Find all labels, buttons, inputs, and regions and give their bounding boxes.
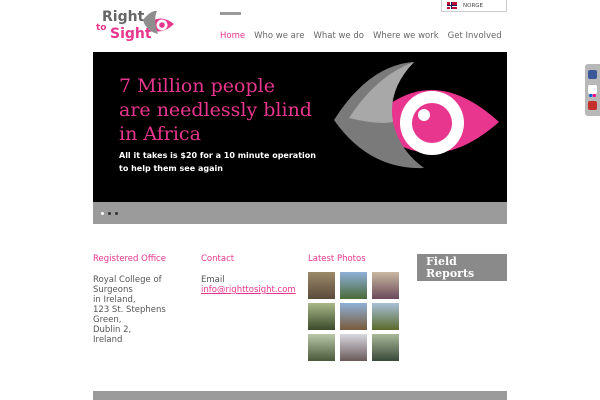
address-line: Ireland [93, 335, 123, 345]
norway-flag-icon [447, 2, 457, 9]
hero-subline-line: All it takes is $20 for a 10 minute oper… [119, 151, 316, 160]
nav-who-we-are[interactable]: Who we are [254, 31, 304, 41]
hero-headline-line: 7 Million people [119, 75, 275, 97]
hero-banner[interactable]: 7 Million people are needlessly blind in… [93, 52, 507, 202]
slider-dot[interactable] [108, 212, 111, 215]
address-line: Green, [93, 315, 122, 325]
logo-text-to: to [96, 23, 107, 33]
office-address: Royal College of Surgeons in Ireland, 12… [93, 275, 166, 345]
address-line: Surgeons [93, 285, 133, 295]
email-link[interactable]: info@righttosight.com [201, 285, 296, 295]
slider-dot[interactable] [101, 212, 104, 215]
facebook-icon[interactable] [588, 70, 597, 79]
nav-home[interactable]: Home [220, 31, 245, 41]
address-line: in Ireland, [93, 295, 136, 305]
photo-thumbnail[interactable] [308, 272, 335, 299]
address-line: Dublin 2, [93, 325, 132, 335]
logo-text-right: Right [102, 9, 145, 25]
email-label: Email [201, 275, 225, 285]
photos-title: Latest Photos [308, 254, 366, 264]
hero-headline-line: in Africa [119, 123, 201, 145]
photo-thumbnail[interactable] [340, 272, 367, 299]
nav-where-we-work[interactable]: Where we work [373, 31, 439, 41]
contact-block: Email info@righttosight.com [201, 275, 296, 295]
photo-thumbnail[interactable] [372, 303, 399, 330]
photo-thumbnail[interactable] [340, 334, 367, 361]
nav-get-involved[interactable]: Get Involved [448, 31, 502, 41]
language-label: NORGE [463, 2, 484, 9]
photo-thumbnail[interactable] [340, 303, 367, 330]
photo-thumbnail[interactable] [372, 334, 399, 361]
address-line: Royal College of [93, 275, 162, 285]
footer-bar [93, 391, 507, 400]
field-reports-button[interactable]: Field Reports [417, 254, 507, 281]
slider-controls [93, 202, 507, 224]
nav-what-we-do[interactable]: What we do [313, 31, 364, 41]
field-reports-label: Field Reports [426, 256, 474, 280]
slider-dot[interactable] [115, 212, 118, 215]
hero-subline: All it takes is $20 for a 10 minute oper… [119, 149, 316, 175]
photo-thumbnail[interactable] [308, 303, 335, 330]
photo-grid [308, 272, 400, 362]
language-selector[interactable]: NORGE [441, 0, 507, 12]
hero-eye-graphic [334, 62, 499, 169]
photo-thumbnail[interactable] [308, 334, 335, 361]
logo-eye-icon [143, 10, 174, 34]
field-reports-line: Reports [426, 267, 475, 280]
hero-headline-line: are needlessly blind [119, 99, 312, 121]
social-sidebar [585, 64, 600, 116]
hero-headline: 7 Million people are needlessly blind in… [119, 74, 312, 146]
office-title: Registered Office [93, 254, 166, 264]
youtube-icon[interactable] [588, 101, 597, 110]
address-line: 123 St. Stephens [93, 305, 166, 315]
hero-subline-line: to help them see again [119, 164, 223, 173]
flickr-icon[interactable] [588, 85, 597, 98]
photo-thumbnail[interactable] [372, 272, 399, 299]
contact-title: Contact [201, 254, 235, 264]
main-nav: Home Who we are What we do Where we work… [220, 31, 511, 41]
site-logo[interactable]: Right to Sight [96, 9, 178, 43]
flickr-dots-icon [589, 93, 596, 98]
nav-active-indicator [220, 12, 241, 15]
